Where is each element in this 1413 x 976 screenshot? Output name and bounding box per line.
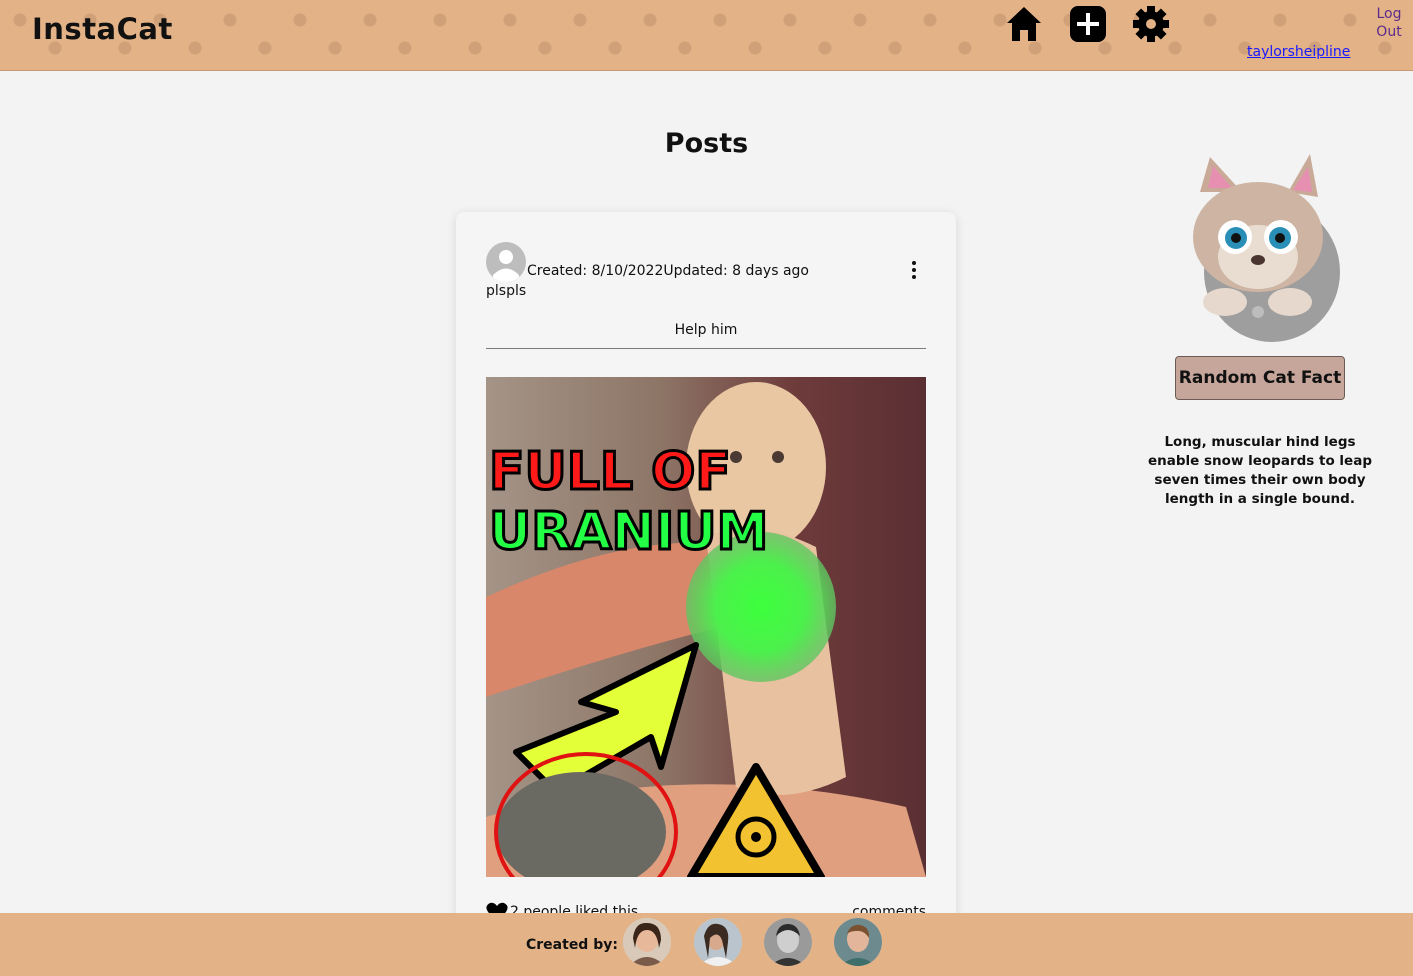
cartoon-cat-image [1180, 152, 1340, 342]
creator-avatar-2[interactable] [694, 918, 742, 966]
creator-avatar-3[interactable] [764, 918, 812, 966]
add-post-icon[interactable] [1068, 4, 1108, 44]
app-logo[interactable]: InstaCat [32, 12, 173, 46]
image-text-line-1: FULL OF [489, 442, 731, 502]
username-link[interactable]: taylorsheipline [1247, 44, 1350, 60]
creator-avatar-1[interactable] [623, 918, 671, 966]
logout-link[interactable]: Log Out [1372, 5, 1406, 41]
post-caption: Help him [674, 322, 738, 338]
settings-icon[interactable] [1131, 4, 1171, 44]
footer: Created by: [0, 913, 1413, 976]
cat-fact-text: Long, muscular hind legs enable snow leo… [1148, 434, 1372, 507]
post-author[interactable]: plspls [486, 283, 526, 299]
user-avatar-icon[interactable] [486, 242, 526, 282]
more-options-icon[interactable] [904, 260, 924, 280]
created-by-label: Created by: [526, 937, 618, 953]
random-cat-fact-button[interactable]: Random Cat Fact [1175, 356, 1345, 400]
creator-avatar-4[interactable] [834, 918, 882, 966]
post-image: FULL OF URANIUM [486, 377, 926, 877]
top-navbar: InstaCat taylorsheipline Log Out [0, 0, 1413, 71]
image-text-line-2: URANIUM [489, 502, 768, 562]
caption-divider [486, 348, 926, 349]
post-timestamps: Created: 8/10/2022Updated: 8 days ago [527, 263, 809, 279]
post-card: Created: 8/10/2022Updated: 8 days ago pl… [456, 212, 956, 952]
home-icon[interactable] [1004, 4, 1044, 44]
